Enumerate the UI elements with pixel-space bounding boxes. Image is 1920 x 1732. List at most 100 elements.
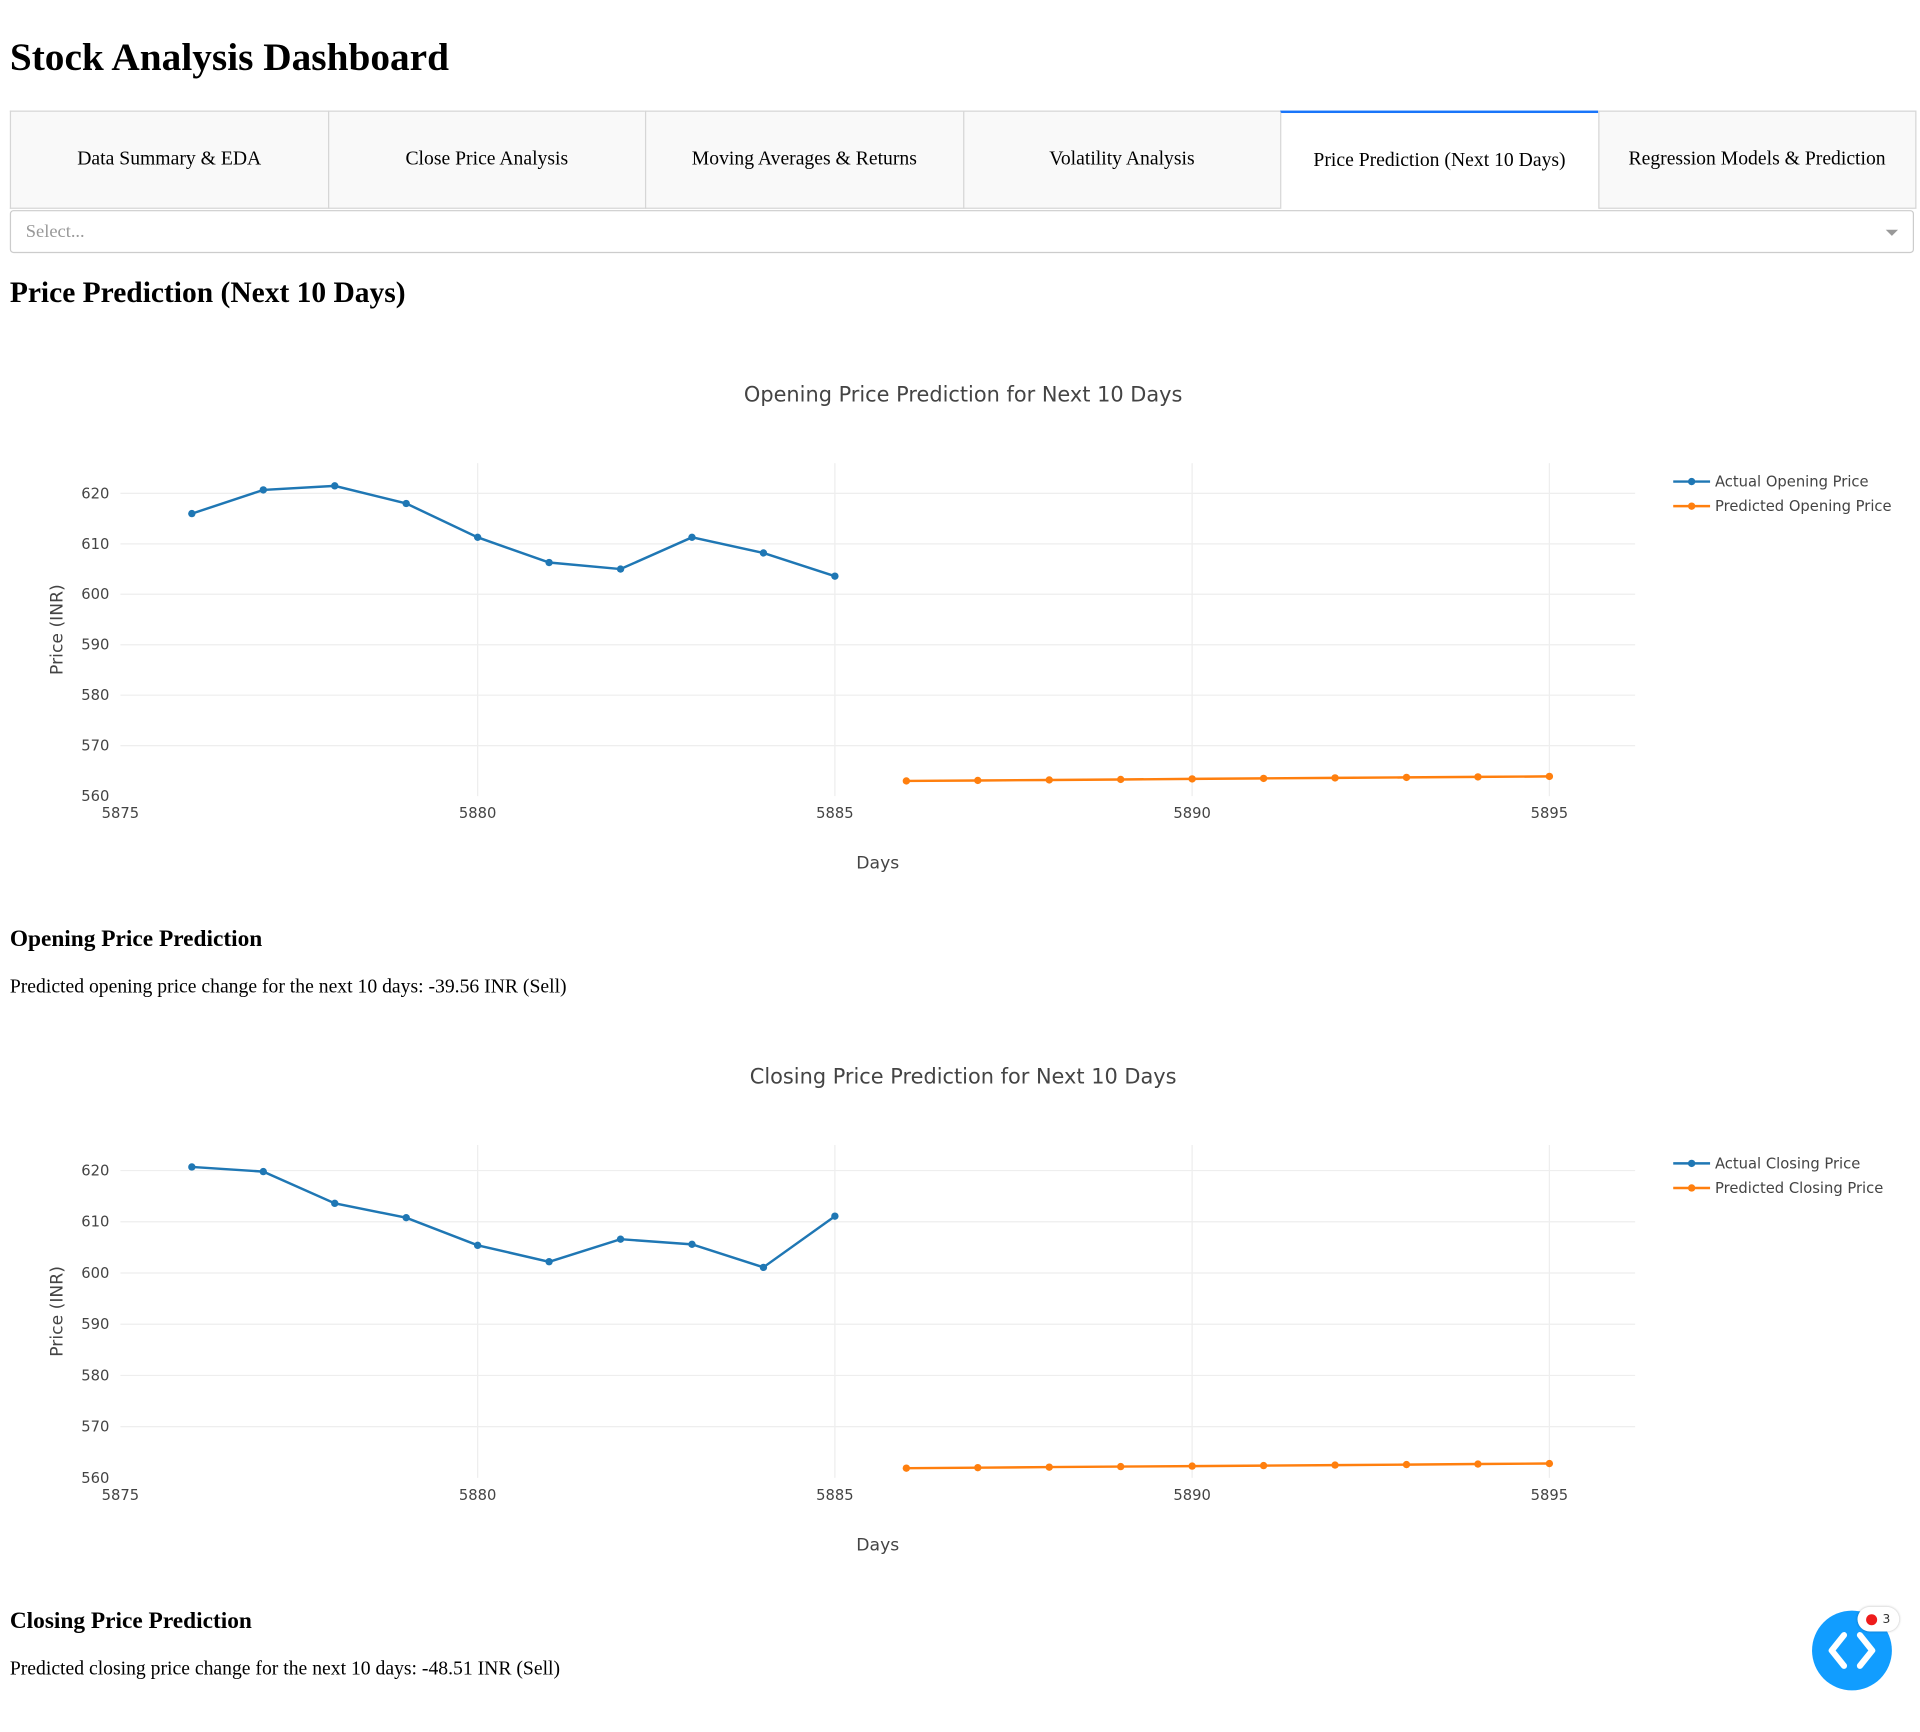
data-point[interactable] [1402,773,1411,782]
y-tick-label: 610 [81,1214,109,1231]
y-tick-label: 580 [81,1367,109,1384]
data-point[interactable] [1117,1462,1125,1471]
x-tick-label: 5895 [1531,1487,1568,1504]
data-point[interactable] [902,1464,911,1472]
data-point[interactable] [1331,1461,1339,1469]
data-point[interactable] [188,509,196,518]
tab-bar: Data Summary & EDA Close Price Analysis … [9,110,1917,209]
data-point[interactable] [402,1214,410,1222]
section-title: Price Prediction (Next 10 Days) [9,277,406,310]
y-axis-label: Price (INR) [48,1266,68,1357]
data-point[interactable] [331,482,339,490]
y-tick-label: 610 [81,536,109,553]
legend-label[interactable]: Predicted Closing Price [1715,1180,1883,1197]
series-line [906,775,1550,783]
series-line [906,1462,1550,1470]
error-count-badge[interactable]: 3 [1857,1606,1900,1632]
x-axis-label: Days [856,854,899,874]
tab-moving-averages[interactable]: Moving Averages & Returns [644,110,963,209]
stock-select-dropdown[interactable] [9,210,1915,254]
data-point[interactable] [1259,774,1268,783]
x-tick-label: 5875 [102,805,140,822]
tab-price-prediction[interactable]: Price Prediction (Next 10 Days) [1280,110,1598,209]
closing-prediction-text: Predicted closing price change for the n… [9,1658,561,1680]
legend-label[interactable]: Actual Closing Price [1715,1155,1860,1172]
legend-marker [1687,1159,1696,1168]
data-point[interactable] [1045,776,1053,784]
x-tick-label: 5890 [1173,805,1211,822]
data-point[interactable] [1545,1459,1554,1468]
tab-data-summary[interactable]: Data Summary & EDA [9,110,328,209]
data-point[interactable] [1259,1461,1268,1470]
data-point[interactable] [759,1263,768,1272]
chart-svg: Opening Price Prediction for Next 10 Day… [48,383,1892,874]
data-point[interactable] [1117,775,1125,784]
legend-marker [1687,477,1696,486]
data-point[interactable] [188,1163,196,1171]
data-point[interactable] [831,1212,839,1220]
y-tick-label: 620 [81,1162,109,1179]
opening-prediction-heading: Opening Price Prediction [9,926,263,953]
data-point[interactable] [759,549,768,557]
y-axis-label: Price (INR) [48,584,68,675]
legend-label[interactable]: Actual Opening Price [1715,473,1869,490]
data-point[interactable] [616,565,625,573]
y-tick-label: 590 [81,1316,109,1333]
x-tick-label: 5880 [459,1487,496,1504]
opening-price-chart: Opening Price Prediction for Next 10 Day… [0,344,1920,897]
legend-label[interactable]: Predicted Opening Price [1715,498,1892,515]
data-point[interactable] [1188,1462,1196,1470]
legend-marker [1687,1184,1696,1192]
closing-prediction-heading: Closing Price Prediction [9,1608,252,1634]
tab-regression-models[interactable]: Regression Models & Prediction [1597,110,1917,209]
legend-marker [1687,502,1696,510]
y-tick-label: 570 [81,1419,109,1436]
x-axis-label: Days [856,1535,899,1555]
x-tick-label: 5890 [1173,1487,1211,1504]
data-point[interactable] [902,777,911,785]
dashboard-root: Stock Analysis Dashboard Data Summary & … [0,0,1920,1732]
chart-title: Closing Price Prediction for Next 10 Day… [750,1065,1177,1089]
chart-title: Opening Price Prediction for Next 10 Day… [744,383,1182,407]
data-point[interactable] [1045,1463,1053,1471]
data-point[interactable] [331,1199,339,1208]
data-point[interactable] [473,533,482,541]
select-input[interactable] [23,221,1847,245]
data-point[interactable] [1474,773,1482,781]
data-point[interactable] [1331,774,1339,782]
data-point[interactable] [831,572,839,580]
chart-svg: Closing Price Prediction for Next 10 Day… [48,1065,1884,1556]
data-point[interactable] [473,1241,482,1250]
tab-close-price[interactable]: Close Price Analysis [327,110,645,209]
x-tick-label: 5880 [459,805,496,822]
y-tick-label: 590 [81,637,109,654]
data-point[interactable] [974,1463,982,1472]
data-point[interactable] [545,558,553,567]
x-tick-label: 5895 [1531,805,1568,822]
tab-volatility[interactable]: Volatility Analysis [962,110,1281,209]
data-point[interactable] [545,1258,553,1266]
series-line [191,484,836,578]
error-dot-icon [1866,1613,1878,1625]
opening-prediction-text: Predicted opening price change for the n… [9,976,567,998]
y-tick-label: 570 [81,738,109,755]
data-point[interactable] [688,1240,696,1249]
closing-price-chart: Closing Price Prediction for Next 10 Day… [0,1026,1920,1579]
data-point[interactable] [259,1167,267,1176]
data-point[interactable] [259,486,267,494]
data-point[interactable] [1545,772,1554,781]
y-tick-label: 580 [81,687,109,704]
page-title: Stock Analysis Dashboard [9,34,449,79]
data-point[interactable] [1402,1460,1411,1469]
data-point[interactable] [616,1235,625,1243]
data-point[interactable] [688,533,696,541]
y-tick-label: 560 [81,1470,109,1487]
data-point[interactable] [402,499,410,508]
y-tick-label: 600 [81,586,109,603]
x-tick-label: 5875 [102,1487,140,1504]
data-point[interactable] [1188,775,1196,783]
data-point[interactable] [974,776,982,785]
chevron-down-icon[interactable] [1885,229,1899,236]
y-tick-label: 600 [81,1265,109,1282]
data-point[interactable] [1474,1460,1482,1468]
